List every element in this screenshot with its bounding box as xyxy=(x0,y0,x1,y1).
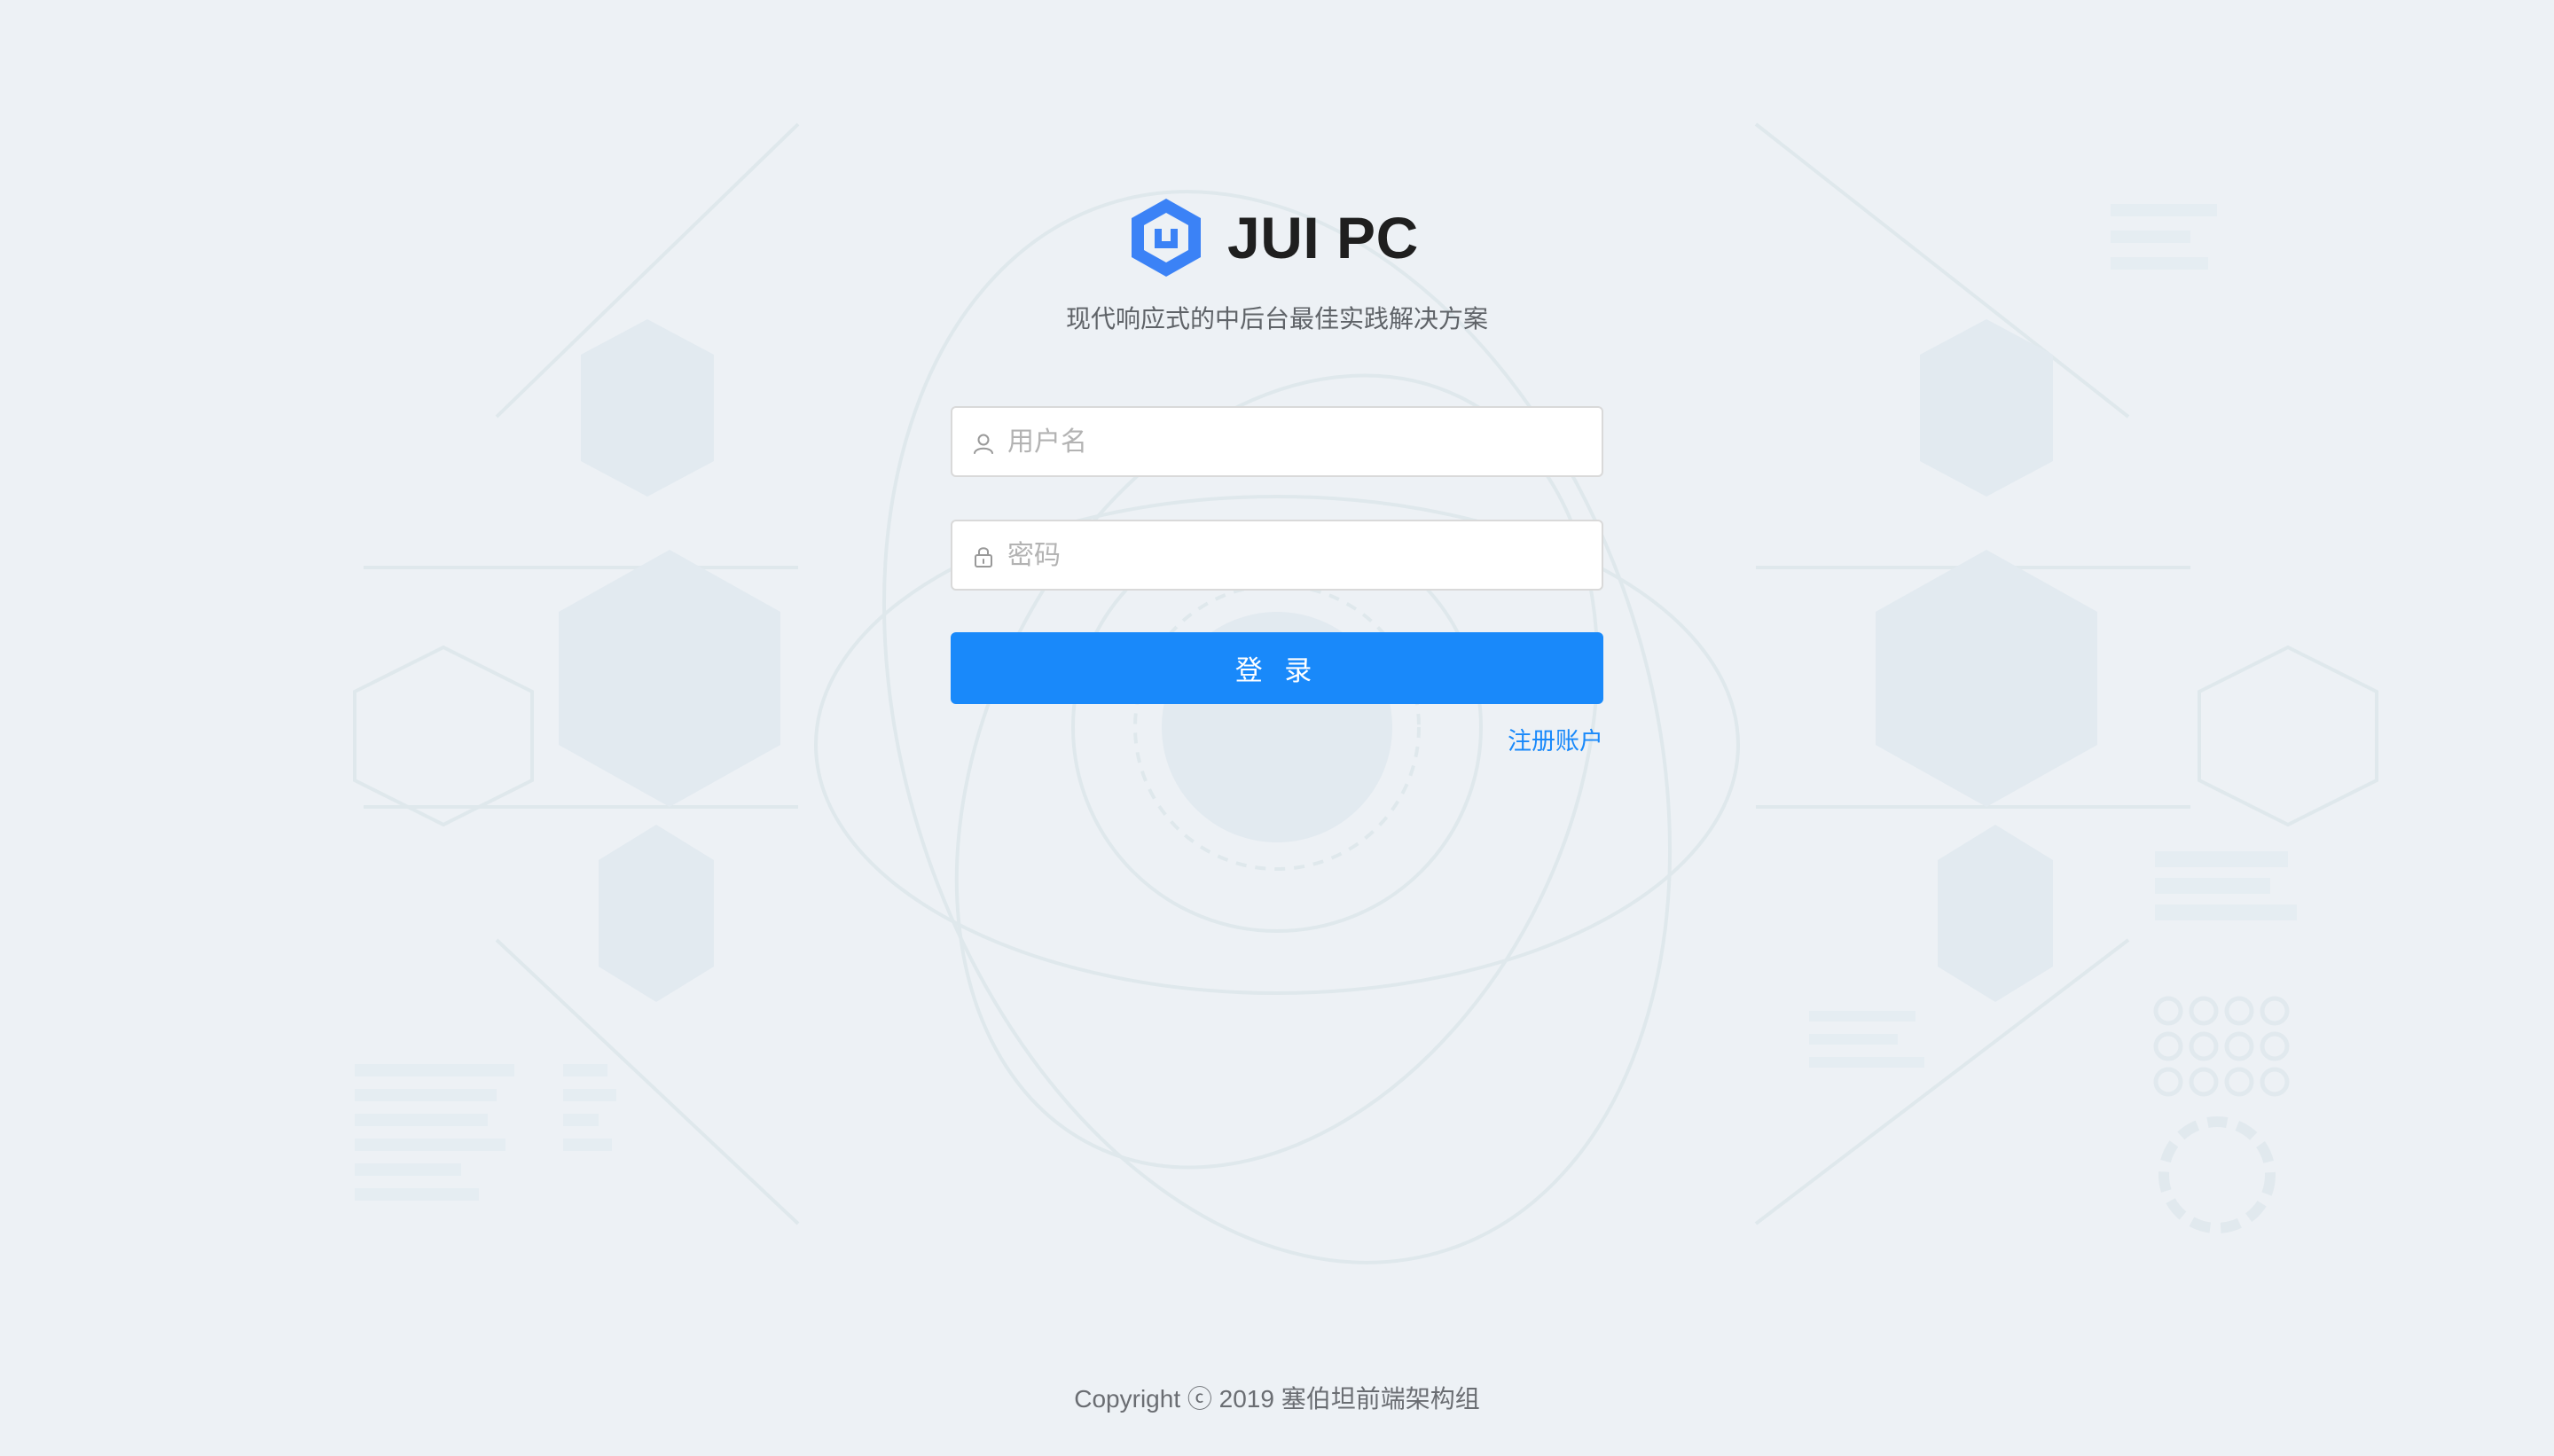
app-name: JUI PC xyxy=(1227,205,1419,270)
copyright-footer: Copyright ⓒ 2019 塞伯坦前端架构组 xyxy=(1074,1385,1480,1413)
hexagon-logo-icon xyxy=(1132,199,1201,277)
password-input[interactable] xyxy=(1006,521,1586,591)
tagline: 现代响应式的中后台最佳实践解决方案 xyxy=(1065,305,1488,333)
user-icon xyxy=(974,434,993,454)
login-button[interactable]: 登 录 xyxy=(951,632,1603,704)
register-account-link[interactable]: 注册账户 xyxy=(1383,722,1603,756)
brand-header: JUI PC xyxy=(1128,195,1430,280)
lock-icon xyxy=(975,547,992,568)
password-field[interactable] xyxy=(951,520,1603,591)
username-input[interactable] xyxy=(1006,408,1586,477)
username-field[interactable] xyxy=(951,406,1603,477)
